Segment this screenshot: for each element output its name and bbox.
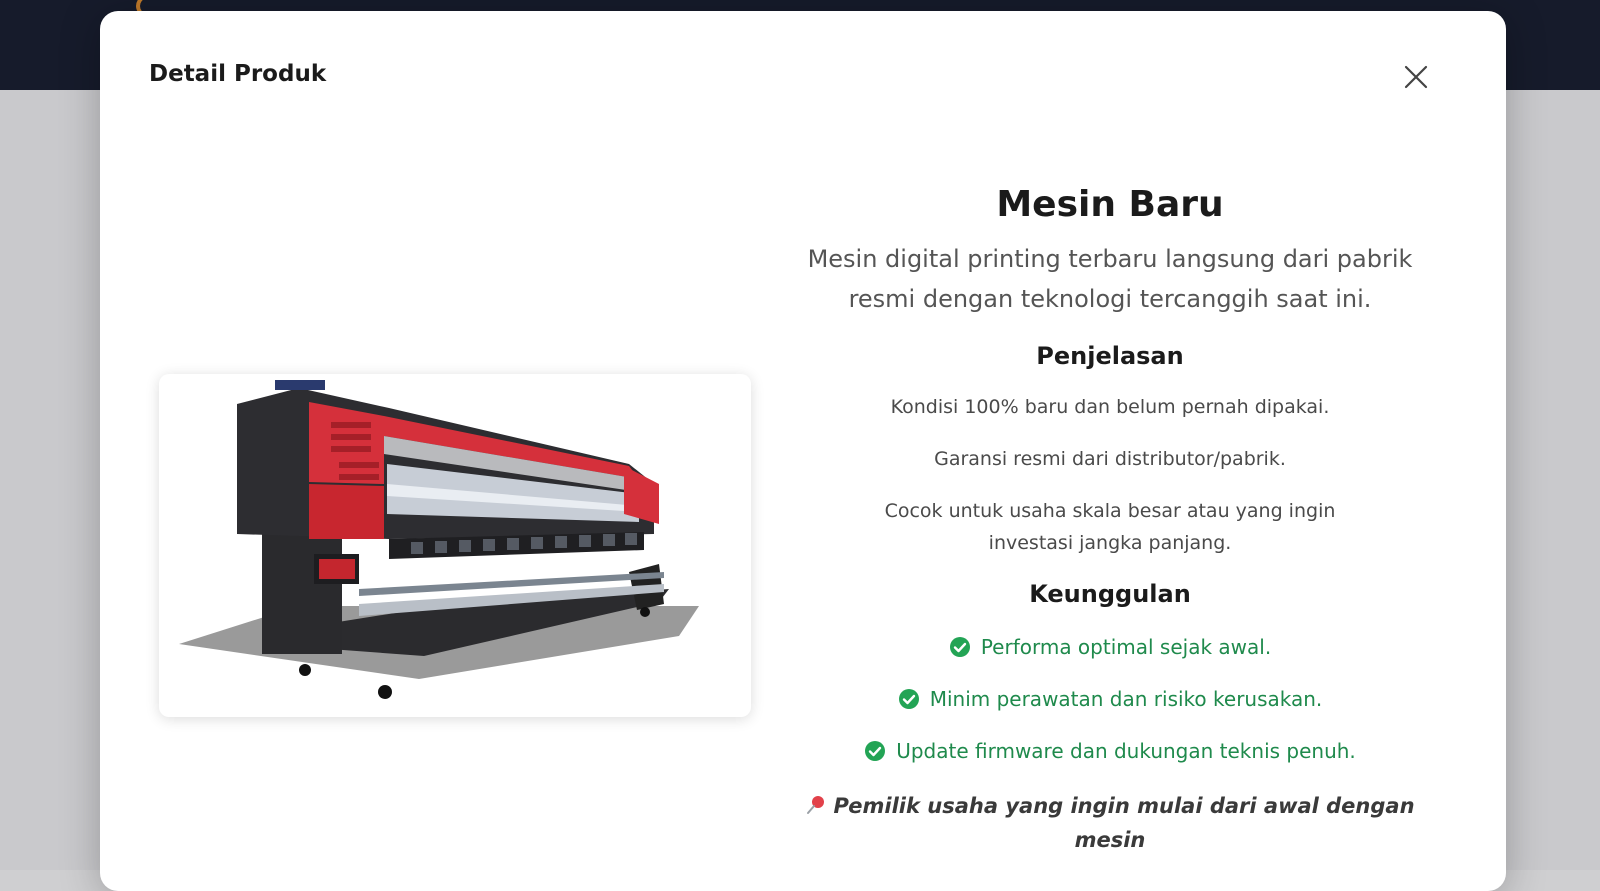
keunggulan-text: Minim perawatan dan risiko kerusakan. [929, 687, 1323, 711]
note-content: Pemilik usaha yang ingin mulai dari awal… [833, 794, 1415, 852]
keunggulan-item: Performa optimal sejak awal. [790, 633, 1430, 661]
keunggulan-item: Update firmware dan dukungan teknis penu… [790, 737, 1430, 765]
product-detail-modal: Detail Produk Mesin Baru Mesin digital p… [100, 11, 1506, 891]
close-button[interactable] [1400, 61, 1432, 93]
penjelasan-list: Kondisi 100% baru dan belum pernah dipak… [790, 391, 1430, 559]
check-circle-icon [898, 689, 919, 709]
pushpin-icon [807, 796, 825, 814]
product-name: Mesin Baru [996, 184, 1224, 225]
keunggulan-item: Minim perawatan dan risiko kerusakan. [790, 685, 1430, 713]
printer-image [179, 380, 699, 699]
product-info: Mesin Baru Mesin digital printing terbar… [790, 171, 1430, 857]
product-subtitle: Mesin digital printing terbaru langsung … [807, 245, 1413, 313]
keunggulan-text: Performa optimal sejak awal. [980, 635, 1272, 659]
penjelasan-heading: Penjelasan [1036, 342, 1184, 370]
check-circle-icon [949, 637, 970, 657]
check-circle-icon [865, 741, 886, 761]
note-text: Pemilik usaha yang ingin mulai dari awal… [790, 789, 1430, 857]
keunggulan-heading: Keunggulan [1029, 580, 1191, 608]
penjelasan-item: Cocok untuk usaha skala besar atau yang … [884, 500, 1336, 554]
penjelasan-item: Kondisi 100% baru dan belum pernah dipak… [890, 396, 1330, 418]
modal-title: Detail Produk [149, 61, 327, 87]
close-icon [1404, 65, 1428, 89]
keunggulan-text: Update firmware dan dukungan teknis penu… [896, 739, 1356, 763]
keunggulan-list: Performa optimal sejak awal. Minim peraw… [790, 633, 1430, 765]
product-image [159, 374, 751, 717]
penjelasan-item: Garansi resmi dari distributor/pabrik. [934, 448, 1286, 470]
